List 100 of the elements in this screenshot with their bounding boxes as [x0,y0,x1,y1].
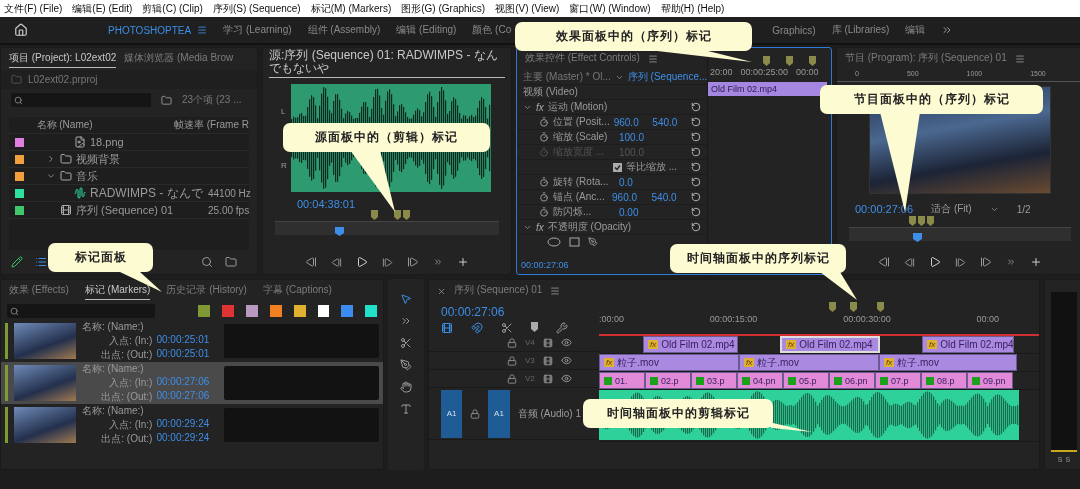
item-name[interactable]: 18.png [90,136,124,148]
resolution-dropdown[interactable]: 1/2 [1016,203,1031,215]
search-field[interactable] [7,304,155,318]
step-forward-icon[interactable] [955,256,966,268]
marker-item[interactable]: 名称: (Name:) 入点: (In:) 00:00:27:06 出点: (Out:) 00:00:27:06 [1,362,383,404]
clip[interactable]: 09.pn [967,372,1013,389]
more-icon[interactable] [1006,257,1016,267]
add-button-icon[interactable] [457,256,469,268]
color-filter[interactable] [365,305,377,317]
stopwatch-icon[interactable] [539,192,549,202]
property-value[interactable]: 100.0 [619,131,659,143]
menu-item[interactable]: 标记(M) (Markers) [310,1,392,16]
stopwatch-icon[interactable] [539,132,549,142]
go-to-out-icon[interactable] [980,256,992,268]
eye-icon[interactable] [560,355,572,366]
stopwatch-icon[interactable] [539,177,549,187]
color-filter[interactable] [341,305,354,317]
comment-field[interactable] [224,366,379,400]
clip[interactable]: 04.pn [737,372,783,389]
chevron-right-icon[interactable] [46,154,56,164]
panel-tab[interactable]: 节目 (Program): 序列 (Sequence) 01 [845,51,1007,67]
master-clip-selector[interactable]: 主要 (Master) * Ol... [523,70,611,84]
out-timecode[interactable]: 00:00:25:01 [156,348,218,362]
clip[interactable]: 06.pn [829,372,875,389]
pen-tool-icon[interactable] [400,359,412,371]
menu-item[interactable]: 视图(V) (View) [495,1,560,16]
item-name[interactable]: 序列 (Sequence) 01 [76,202,174,218]
track-name[interactable]: V2 [525,374,535,383]
time-ruler[interactable]: :00:00 00:00:15:00 00:00:30:00 00:00 [599,314,1039,330]
workspace-tab[interactable]: 库 (Libraries) [831,23,890,37]
clip[interactable]: fx Old Film 02.mp4 [922,336,1014,353]
track-name[interactable]: V4 [525,338,535,347]
menu-item[interactable]: 图形(G) (Graphics) [401,1,486,16]
reset-icon[interactable] [691,132,701,142]
panel-tab[interactable]: 效果 (Effects) [9,283,69,299]
property-value[interactable]: 0.00 [619,206,659,218]
in-timecode[interactable]: 00:00:29:24 [156,418,218,432]
reset-icon[interactable] [691,192,701,202]
search-icon[interactable] [201,256,213,268]
panel-tab[interactable]: 效果控件 (Effect Controls) [525,51,640,67]
workspace-tab[interactable]: 学习 (Learning) [223,23,292,37]
property-value[interactable]: 540.0 [652,116,687,128]
playhead-icon[interactable] [335,227,344,236]
settings-icon[interactable] [556,322,568,334]
track-name[interactable]: V3 [525,356,535,365]
menu-item[interactable]: 编辑(E) (Edit) [72,1,133,16]
play-icon[interactable] [929,256,941,268]
clip[interactable]: 08.p [921,372,967,389]
close-icon[interactable] [437,286,446,296]
go-to-in-icon[interactable] [305,256,317,268]
lock-icon[interactable] [507,355,517,366]
lock-icon[interactable] [470,408,481,419]
rectangle-mask-icon[interactable] [569,237,580,247]
go-to-out-icon[interactable] [407,256,419,268]
playhead-icon[interactable] [913,233,922,242]
home-icon[interactable] [14,23,28,37]
menu-item[interactable]: 序列(S) (Sequence) [212,1,301,16]
clip[interactable]: 03.p [691,372,737,389]
panel-tab[interactable]: 历史记录 (History) [166,283,247,299]
track-source-button[interactable]: A1 [441,389,463,438]
reset-icon[interactable] [691,162,701,172]
panel-tab[interactable]: 项目 (Project): L02ext02 [9,50,117,68]
track-target-button[interactable]: A1 [488,389,510,438]
pencil-icon[interactable] [11,256,23,268]
workspace-tab[interactable]: 颜色 (Co [472,23,512,37]
reset-icon[interactable] [691,102,701,112]
clip[interactable]: fx 粒子.mov [599,354,739,371]
step-back-icon[interactable] [904,256,915,268]
timecode[interactable]: 00:00:27:06 [441,305,505,319]
marker-item[interactable]: 名称: (Name:) 入点: (In:) 00:00:25:01 出点: (Out:) 00:00:25:01 [1,320,383,362]
stopwatch-icon[interactable] [539,117,549,127]
lock-icon[interactable] [507,373,517,384]
color-filter[interactable] [246,305,258,317]
time-ruler[interactable] [275,221,499,235]
clip[interactable]: 01. [599,372,645,389]
reset-icon[interactable] [691,207,701,217]
reset-icon[interactable] [691,177,701,187]
property-value[interactable]: 540.0 [651,191,687,203]
clip[interactable]: 02.p [645,372,691,389]
workspace-tab[interactable]: Graphics) [772,24,816,36]
stopwatch-icon[interactable] [539,207,549,217]
workspace-tab[interactable]: 编辑 [905,23,926,37]
time-ruler[interactable] [849,227,1071,241]
property-value[interactable]: 0.0 [619,176,659,188]
timecode[interactable]: 00:04:38:01 [297,198,356,210]
menu-item[interactable]: 剪辑(C) (Clip) [142,1,203,16]
folder-icon[interactable] [225,256,237,268]
clip[interactable]: 05.p [783,372,829,389]
reset-icon[interactable] [691,117,701,127]
clip-bar[interactable]: Old Film 02.mp4 [708,82,827,96]
type-tool-icon[interactable] [400,403,412,415]
clip[interactable]: fx Old Film 02.mp4 [780,336,880,353]
reset-icon[interactable] [691,222,701,232]
marker-item[interactable]: 名称: (Name:) 入点: (In:) 00:00:29:24 出点: (Out:) 00:00:29:24 [1,404,383,446]
out-timecode[interactable]: 00:00:29:24 [156,432,218,446]
search-field[interactable] [11,93,151,107]
color-filter[interactable] [293,305,306,317]
panel-tab[interactable]: 序列 (Sequence) 01 [454,283,543,299]
play-icon[interactable] [356,256,368,268]
panel-tab[interactable]: 源:序列 (Sequence) 01: RADWIMPS - なんでもないや [269,48,505,78]
